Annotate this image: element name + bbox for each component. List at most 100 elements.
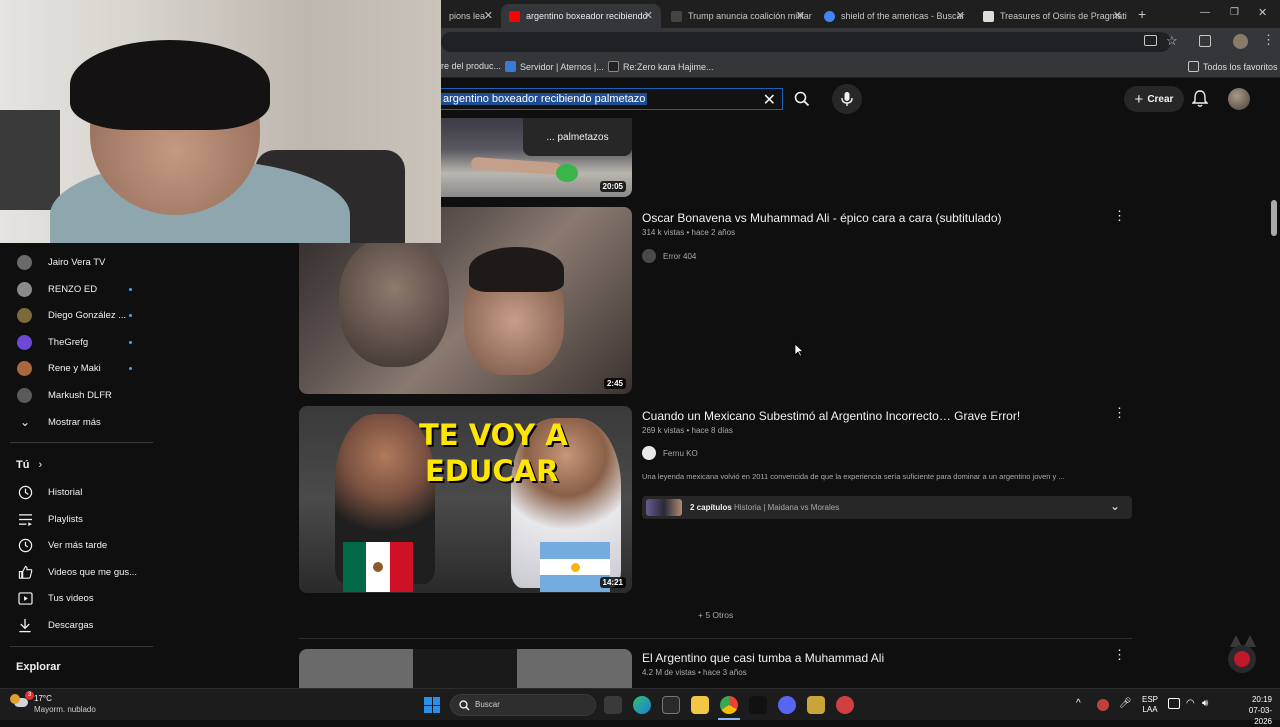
- chevron-up-icon[interactable]: ^: [1076, 698, 1081, 709]
- bookmark-star-icon[interactable]: ☆: [1166, 33, 1178, 49]
- tray-app-icon[interactable]: [1097, 699, 1109, 711]
- sidebar-subscription[interactable]: Diego González ...: [0, 302, 160, 328]
- close-tab-icon[interactable]: ✕: [1113, 9, 1122, 22]
- microphone-icon: [841, 92, 853, 106]
- video-thumbnail[interactable]: ... palmetazos 20:05: [441, 118, 632, 197]
- sidebar-item-liked[interactable]: Videos que me gus...: [0, 559, 160, 585]
- sidebar-subscription[interactable]: TheGrefg: [0, 329, 160, 355]
- more-results-label[interactable]: + 5 Otros: [698, 610, 733, 620]
- profile-avatar[interactable]: [1233, 34, 1248, 49]
- video-title[interactable]: Cuando un Mexicano Subestimó al Argentin…: [642, 409, 1020, 423]
- url-field[interactable]: [441, 32, 1171, 52]
- keyboard-layout: LAA: [1142, 705, 1158, 714]
- you-section-heading[interactable]: Tú ›: [16, 459, 42, 471]
- search-query-text[interactable]: argentino boxeador recibiendo palmetazo: [441, 93, 648, 105]
- edge-browser-icon[interactable]: [633, 696, 651, 714]
- browser-tab[interactable]: shield of the americas - Buscar ✕: [816, 4, 973, 28]
- more-actions-icon[interactable]: ⋮: [1113, 647, 1126, 663]
- browser-tab[interactable]: Trump anuncia coalición militar ✕: [663, 4, 813, 28]
- site-favicon-icon: [983, 10, 994, 22]
- close-window-button[interactable]: ✕: [1258, 6, 1267, 19]
- chrome-browser-icon[interactable]: [720, 696, 738, 714]
- weather-temperature[interactable]: 17°C: [34, 694, 52, 703]
- start-windows-icon[interactable]: [424, 697, 440, 713]
- notifications-button[interactable]: [1191, 90, 1209, 113]
- sidebar-subscription[interactable]: Markush DLFR: [0, 382, 160, 408]
- subscription-label: Rene y Maki: [48, 362, 101, 374]
- language-indicator[interactable]: ESP LAA: [1142, 695, 1158, 715]
- channel-avatar: [17, 281, 32, 297]
- close-tab-icon[interactable]: ✕: [956, 9, 965, 22]
- restore-button[interactable]: ❐: [1230, 7, 1239, 18]
- chevron-right-icon: ›: [38, 459, 43, 471]
- sidebar-item-playlists[interactable]: Playlists: [0, 506, 160, 532]
- wifi-icon[interactable]: ◠: [1186, 698, 1195, 709]
- search-input[interactable]: argentino boxeador recibiendo palmetazo …: [441, 88, 783, 110]
- sidebar-item-watch-later[interactable]: Ver más tarde: [0, 532, 160, 558]
- close-tab-icon[interactable]: ✕: [796, 9, 805, 22]
- extensions-icon[interactable]: [1199, 35, 1211, 47]
- show-more-label: Mostrar más: [48, 416, 101, 428]
- task-view-icon[interactable]: [604, 696, 622, 714]
- close-tab-icon[interactable]: ✕: [644, 9, 653, 22]
- watch-later-icon: [16, 536, 34, 554]
- weather-description[interactable]: Mayorm. nublado: [34, 705, 96, 714]
- all-favorites-folder[interactable]: Todos los favoritos: [1188, 61, 1278, 72]
- file-explorer-icon[interactable]: [691, 696, 709, 714]
- chapters-bar[interactable]: 2 capítulos Historia | Maidana vs Morale…: [642, 496, 1132, 519]
- video-title[interactable]: Oscar Bonavena vs Muhammad Ali - épico c…: [642, 211, 1002, 225]
- video-thumbnail[interactable]: [299, 649, 632, 688]
- voice-search-button[interactable]: [832, 84, 862, 114]
- close-tab-icon[interactable]: ✕: [484, 9, 493, 22]
- bookmark-item[interactable]: Servidor | Aternos |...: [505, 61, 604, 72]
- install-app-icon[interactable]: [1144, 35, 1157, 46]
- new-content-dot: [129, 287, 132, 291]
- sidebar-subscription[interactable]: Rene y Maki: [0, 355, 160, 381]
- new-content-dot: [129, 366, 132, 370]
- more-actions-icon[interactable]: ⋮: [1113, 208, 1126, 224]
- app-icon[interactable]: [836, 696, 854, 714]
- sidebar-item-downloads[interactable]: Descargas: [0, 612, 160, 638]
- video-description: Una leyenda mexicana volvió en 2011 conv…: [642, 472, 1065, 481]
- video-meta: 4.2 M de vistas • hace 3 años: [642, 668, 747, 677]
- sidebar-item-your-videos[interactable]: Tus videos: [0, 585, 160, 611]
- channel-link[interactable]: Fernu KO: [642, 446, 698, 460]
- sidebar-subscription[interactable]: Jairo Vera TV: [0, 249, 160, 275]
- new-tab-button[interactable]: +: [1138, 6, 1146, 22]
- video-title[interactable]: El Argentino que casi tumba a Muhammad A…: [642, 651, 884, 665]
- more-actions-icon[interactable]: ⋮: [1113, 405, 1126, 421]
- taskbar-search-input[interactable]: Buscar: [450, 694, 596, 716]
- clock[interactable]: 20:19 07-03-2026: [1236, 694, 1272, 727]
- clear-search-icon[interactable]: ✕: [763, 90, 776, 110]
- account-avatar[interactable]: [1228, 88, 1250, 110]
- epic-games-icon[interactable]: [662, 696, 680, 714]
- new-content-dot: [129, 313, 132, 317]
- browser-tab-active[interactable]: argentino boxeador recibiendo ✕: [501, 4, 661, 28]
- minimize-button[interactable]: —: [1200, 7, 1210, 18]
- page-scrollbar[interactable]: [1271, 200, 1277, 236]
- subscription-label: Diego González ...: [48, 309, 127, 321]
- discord-icon[interactable]: [778, 696, 796, 714]
- app-icon[interactable]: [749, 696, 767, 714]
- display-icon[interactable]: [1168, 698, 1180, 709]
- create-button[interactable]: + Crear: [1124, 86, 1184, 112]
- game-launcher-icon[interactable]: [807, 696, 825, 714]
- channel-link[interactable]: Error 404: [642, 249, 696, 263]
- browser-tab[interactable]: Treasures of Osiris de Pragmati ✕: [975, 4, 1130, 28]
- downloads-icon: [16, 616, 34, 634]
- browser-tab[interactable]: pions lea ✕: [441, 4, 501, 28]
- volume-icon[interactable]: 🔊︎: [1202, 698, 1208, 709]
- sidebar-subscription[interactable]: RENZO ED: [0, 276, 160, 302]
- show-more-button[interactable]: ⌄ Mostrar más: [0, 409, 160, 435]
- sidebar-item-history[interactable]: Historial: [0, 479, 160, 505]
- search-button[interactable]: [789, 87, 815, 111]
- browser-menu-icon[interactable]: ⋮: [1262, 32, 1275, 48]
- thumbnail-caption-line2: EDUCAR: [425, 454, 559, 488]
- bookmark-item[interactable]: re del produc...: [441, 61, 501, 71]
- chevron-down-icon[interactable]: ⌄: [1110, 499, 1120, 513]
- playlists-icon: [16, 510, 34, 528]
- bookmark-item[interactable]: Re:Zero kara Hajime...: [608, 61, 714, 72]
- explore-heading: Explorar: [16, 661, 61, 673]
- microphone-icon[interactable]: 🎤︎: [1119, 698, 1132, 709]
- video-thumbnail[interactable]: TE VOY A EDUCAR 14:21: [299, 406, 632, 593]
